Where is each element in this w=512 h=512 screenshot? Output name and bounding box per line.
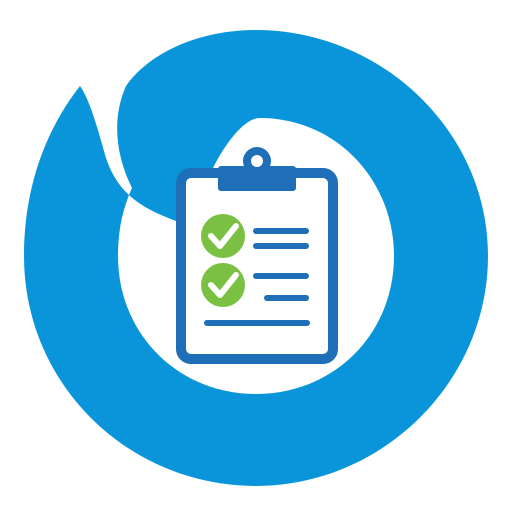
check-badge-icon [201,214,245,258]
app-logo [0,0,512,512]
clipboard-checklist-icon [24,30,488,486]
clipboard-clip [218,147,296,191]
checklist-item-3 [204,320,310,326]
check-badge-icon [201,263,245,307]
clipboard-board [176,168,338,364]
